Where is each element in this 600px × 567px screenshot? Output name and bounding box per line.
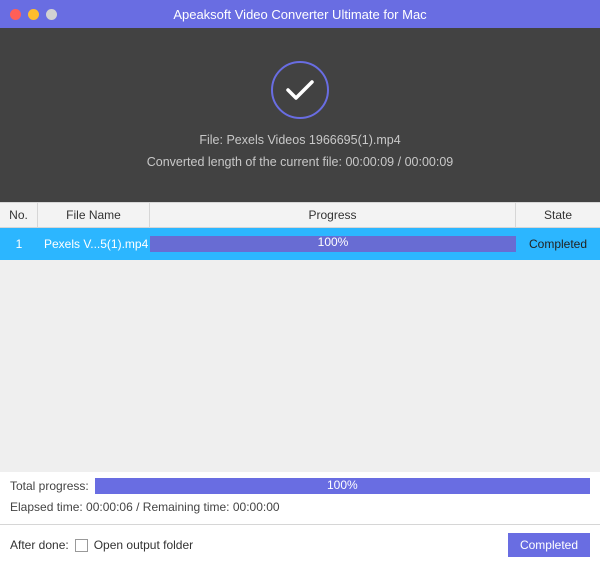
total-progress-pct: 100% (95, 478, 590, 492)
summary-panel: Total progress: 100% Elapsed time: 00:00… (0, 472, 600, 518)
success-check-icon (271, 61, 329, 119)
cell-no: 1 (0, 237, 38, 251)
current-file-line: File: Pexels Videos 1966695(1).mp4 (199, 133, 400, 147)
empty-list-area (0, 260, 600, 472)
open-folder-label: Open output folder (94, 538, 193, 552)
column-no: No. (0, 203, 38, 227)
file-name: Pexels Videos 1966695(1).mp4 (226, 133, 400, 147)
converted-sep: / (398, 155, 401, 169)
elapsed-value: 00:00:06 (86, 500, 133, 514)
window-title: Apeaksoft Video Converter Ultimate for M… (0, 7, 600, 22)
open-folder-checkbox[interactable] (75, 539, 88, 552)
elapsed-label: Elapsed time: (10, 500, 83, 514)
time-sep: / (136, 500, 139, 514)
titlebar: Apeaksoft Video Converter Ultimate for M… (0, 0, 600, 28)
cell-state: Completed (516, 237, 600, 251)
completed-button[interactable]: Completed (508, 533, 590, 557)
minimize-icon[interactable] (28, 9, 39, 20)
traffic-lights (0, 9, 57, 20)
total-progress-label: Total progress: (10, 479, 89, 493)
cell-progress: 100% (150, 235, 516, 253)
remaining-label: Remaining time: (143, 500, 230, 514)
maximize-icon (46, 9, 57, 20)
file-label: File: (199, 133, 223, 147)
column-file-name: File Name (38, 203, 150, 227)
total-progress-row: Total progress: 100% (10, 478, 590, 494)
converted-length-line: Converted length of the current file: 00… (147, 155, 454, 169)
close-icon[interactable] (10, 9, 21, 20)
column-progress: Progress (150, 203, 516, 227)
footer: After done: Open output folder Completed (0, 525, 600, 567)
converted-total: 00:00:09 (405, 155, 454, 169)
total-progress-bar-wrap: 100% (95, 478, 590, 494)
table-row[interactable]: 1 Pexels V...5(1).mp4 100% Completed (0, 228, 600, 260)
cell-file-name: Pexels V...5(1).mp4 (38, 237, 150, 251)
file-table: No. File Name Progress State 1 Pexels V.… (0, 202, 600, 472)
converted-prefix: Converted length of the current file: (147, 155, 342, 169)
converted-current: 00:00:09 (345, 155, 394, 169)
elapsed-remaining-row: Elapsed time: 00:00:06 / Remaining time:… (10, 498, 590, 514)
after-done-group: After done: Open output folder (10, 538, 193, 552)
row-progress-pct: 100% (150, 235, 516, 249)
after-done-label: After done: (10, 538, 69, 552)
row-progress-bar: 100% (150, 236, 516, 252)
conversion-status-header: File: Pexels Videos 1966695(1).mp4 Conve… (0, 28, 600, 202)
column-state: State (516, 203, 600, 227)
remaining-value: 00:00:00 (233, 500, 280, 514)
table-header: No. File Name Progress State (0, 202, 600, 228)
